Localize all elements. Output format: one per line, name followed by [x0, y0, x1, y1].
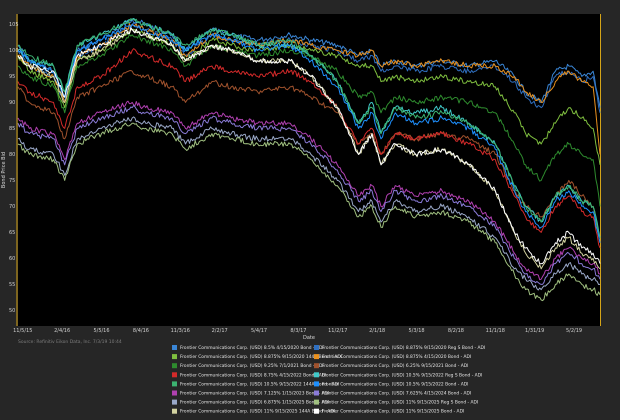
- legend-swatch: [172, 381, 177, 387]
- y-tick-label: 55: [9, 282, 15, 288]
- legend-label: Frontier Communications Corp. (USD) 6.25…: [322, 363, 468, 369]
- legend-label: Frontier Communications Corp. (USD) 11% …: [322, 409, 464, 415]
- y-tick-label: 105: [9, 22, 19, 28]
- legend-item: Frontier Communications Corp. (USD) 8.87…: [314, 345, 485, 351]
- legend-swatch: [172, 399, 177, 405]
- legend-swatch: [172, 354, 177, 360]
- x-tick-label: 11/2/17: [328, 328, 347, 334]
- x-tick-label: 2/4/16: [54, 328, 70, 334]
- legend-label: Frontier Communications Corp. (USD) 11% …: [180, 409, 335, 415]
- legend-swatch: [172, 372, 177, 378]
- x-tick-label: 1/31/19: [525, 328, 544, 334]
- y-tick-label: 65: [9, 230, 15, 236]
- legend-label: Frontier Communications Corp. (USD) 10.5…: [322, 372, 482, 378]
- y-tick-label: 100: [9, 48, 19, 54]
- y-tick-label: 95: [9, 74, 15, 80]
- x-tick-label: 2/1/18: [369, 328, 385, 334]
- y-tick-label: 50: [9, 308, 15, 314]
- legend-label: Frontier Communications Corp. (USD) 8.75…: [180, 372, 326, 378]
- legend-label: Frontier Communications Corp. (USD) 7.12…: [180, 391, 329, 397]
- legend-item: Frontier Communications Corp. (USD) 11% …: [314, 408, 464, 415]
- x-tick-labels: 11/5/15 2/4/16 5/5/16 8/4/16 11/3/16 2/2/17 5/…: [13, 328, 582, 334]
- legend-swatch: [172, 408, 177, 414]
- source-note: Source: Refinitiv Eikon Data, Inc. 7/3/1…: [18, 339, 122, 345]
- legend-label: Frontier Communications Corp. (USD) 8.5%…: [180, 345, 324, 351]
- legend-item: Frontier Communications Corp. (USD) 8.87…: [314, 354, 471, 360]
- legend-item: Frontier Communications Corp. (USD) 8.5%…: [172, 345, 324, 351]
- x-tick-label: 8/3/17: [290, 328, 306, 334]
- legend-swatch: [314, 354, 319, 360]
- legend-item: Frontier Communications Corp. (USD) 11% …: [172, 408, 335, 415]
- legend-item: Frontier Communications Corp. (USD) 10.5…: [314, 381, 468, 387]
- legend-label: Frontier Communications Corp. (USD) 7.62…: [322, 391, 471, 397]
- x-axis-title: Date: [303, 335, 315, 341]
- legend-label: Frontier Communications Corp. (USD) 6.87…: [180, 400, 329, 406]
- x-tick-label: 11/3/16: [171, 328, 190, 334]
- legend-item: Frontier Communications Corp. (USD) 11% …: [314, 399, 478, 406]
- x-tick-label: 5/3/18: [408, 328, 424, 334]
- legend-swatch: [314, 363, 319, 369]
- x-tick-label: 11/5/15: [13, 328, 32, 334]
- legend-item: Frontier Communications Corp. (USD) 10.5…: [314, 372, 482, 378]
- bond-price-chart: 50 55 60 65 70 75 80 85 90 95 100 105 11/5/15 2/4/16…: [0, 0, 620, 420]
- y-tick-label: 70: [9, 204, 15, 210]
- y-tick-label: 75: [9, 178, 15, 184]
- y-axis-title: Bond Price Bid: [1, 152, 7, 188]
- legend-label: Frontier Communications Corp. (USD) 10.5…: [322, 381, 468, 387]
- legend-swatch: [314, 372, 319, 378]
- legend-label: Frontier Communications Corp. (USD) 9.25…: [180, 363, 324, 369]
- x-tick-label: 2/2/17: [212, 328, 228, 334]
- x-tick-label: 5/5/16: [93, 328, 109, 334]
- legend-swatch: [314, 381, 319, 387]
- y-tick-label: 90: [9, 100, 15, 106]
- legend-label: Frontier Communications Corp. (USD) 8.87…: [322, 354, 471, 360]
- x-tick-label: 11/1/18: [486, 328, 505, 334]
- legend-swatch: [172, 363, 177, 369]
- legend-swatch: [314, 345, 319, 350]
- legend-swatch: [314, 399, 319, 405]
- legend-item: Frontier Communications Corp. (USD) 9.25…: [172, 363, 324, 369]
- legend-swatch: [314, 408, 319, 414]
- legend-item: Frontier Communications Corp. (USD) 6.25…: [314, 363, 468, 369]
- y-tick-label: 85: [9, 126, 15, 132]
- x-tick-label: 8/2/18: [448, 328, 464, 334]
- y-tick-label: 80: [9, 152, 15, 158]
- legend-item: Frontier Communications Corp. (USD) 7.62…: [314, 390, 471, 397]
- legend-label: Frontier Communications Corp. (USD) 8.87…: [322, 345, 485, 351]
- x-tick-label: 5/2/19: [566, 328, 582, 334]
- legend-swatch: [314, 390, 319, 396]
- y-tick-label: 60: [9, 256, 15, 262]
- legend-item: Frontier Communications Corp. (USD) 7.12…: [172, 390, 329, 397]
- x-tick-label: 5/4/17: [251, 328, 267, 334]
- legend-swatch: [172, 345, 177, 350]
- legend-item: Frontier Communications Corp. (USD) 6.87…: [172, 399, 329, 406]
- x-tick-label: 8/4/16: [133, 328, 149, 334]
- legend-label: Frontier Communications Corp. (USD) 11% …: [322, 400, 478, 406]
- legend-item: Frontier Communications Corp. (USD) 8.75…: [172, 372, 326, 378]
- legend-swatch: [172, 390, 177, 396]
